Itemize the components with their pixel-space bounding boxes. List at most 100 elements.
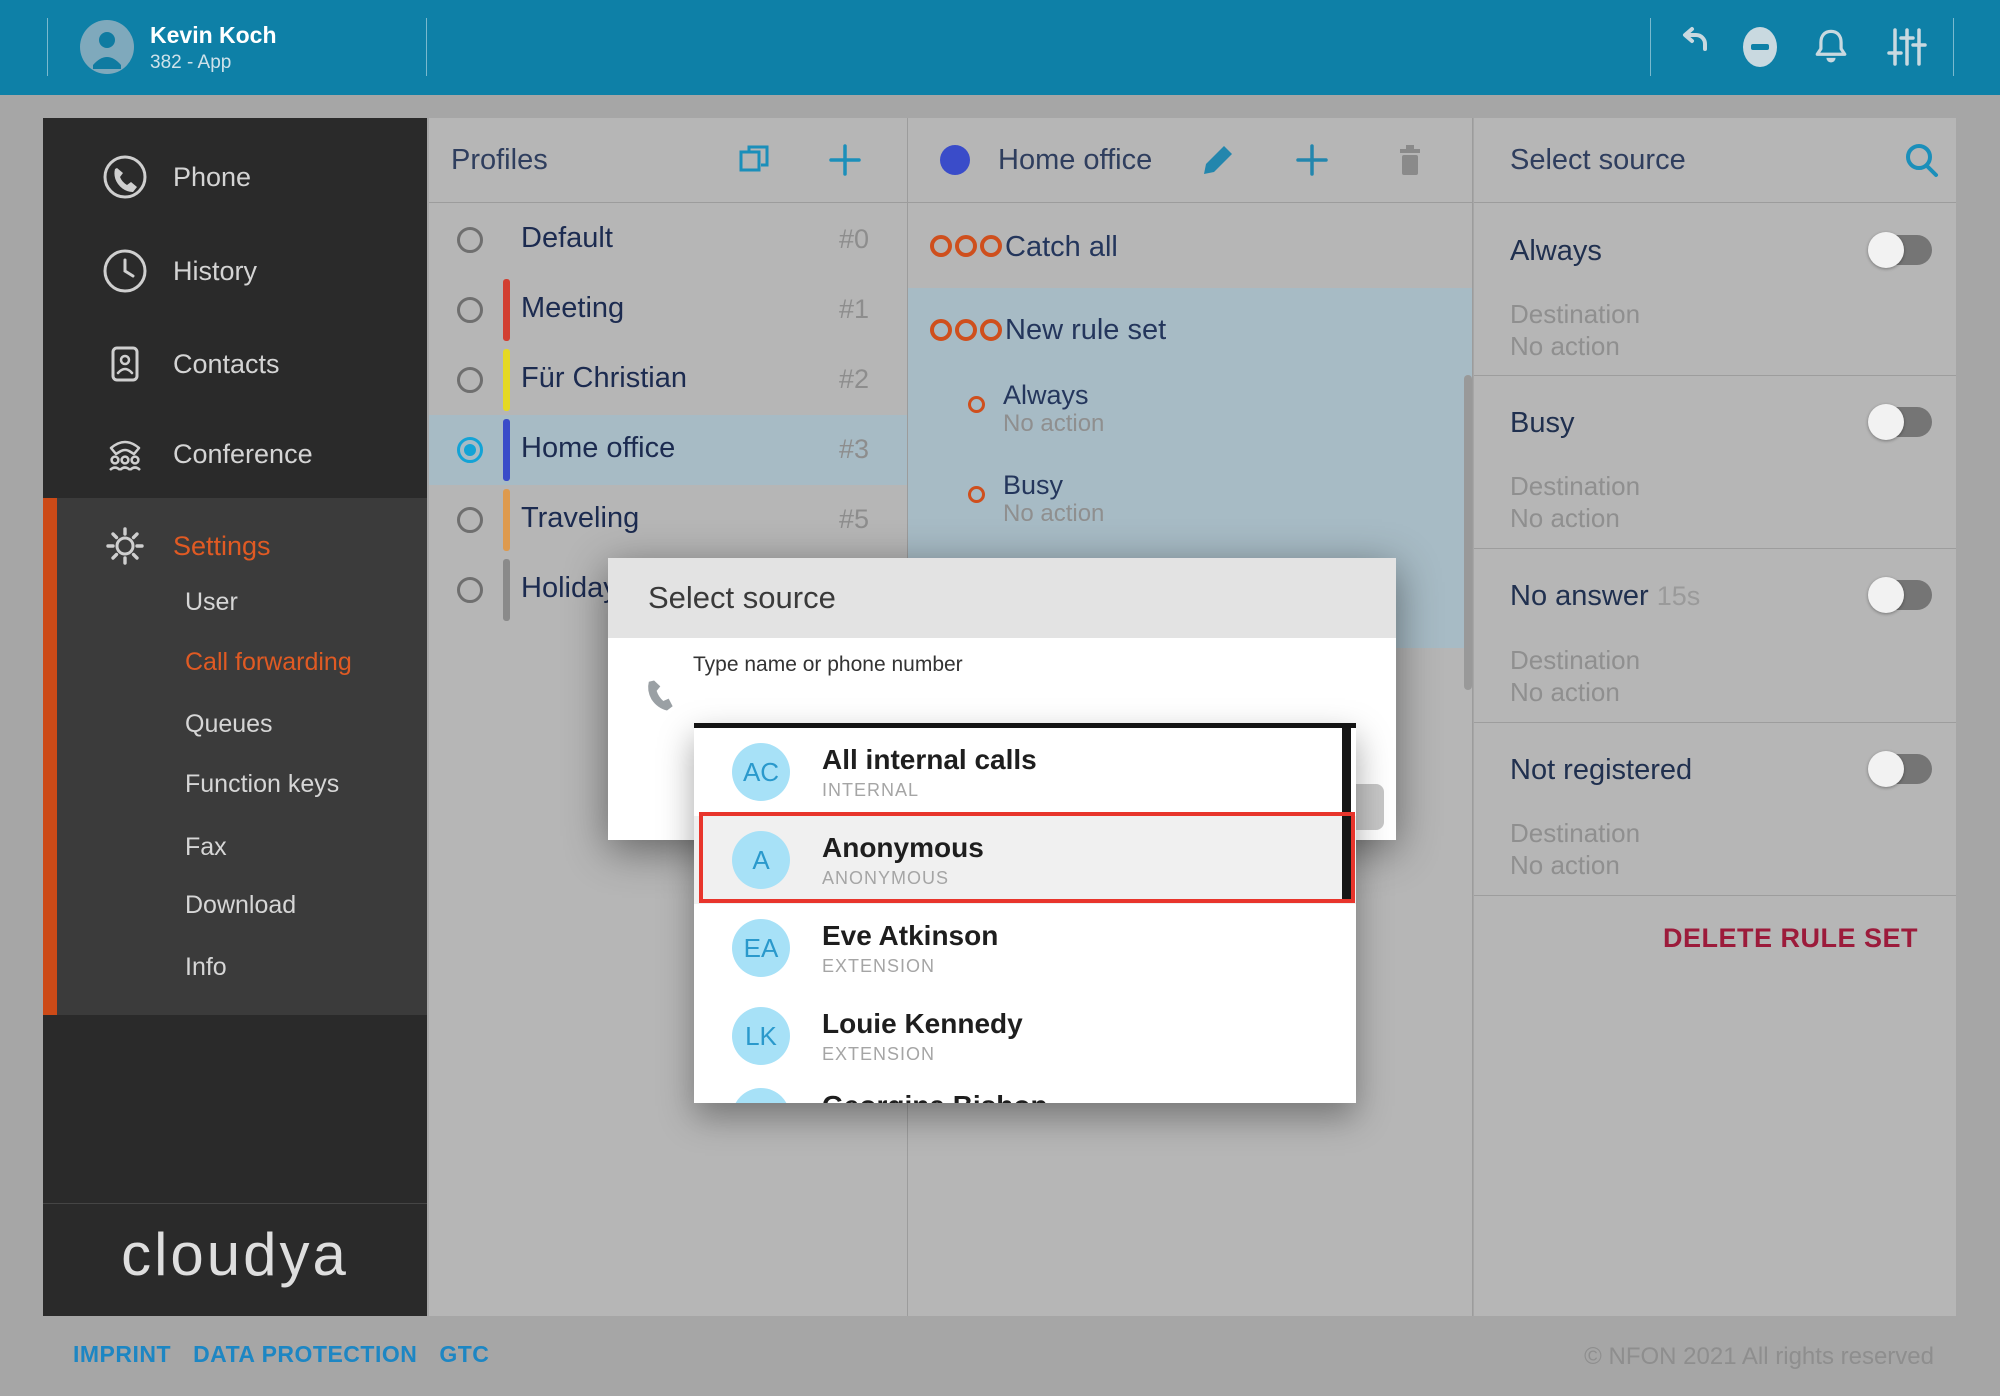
section-no-answer-title: No answer 15s [1510,580,1700,613]
section-divider [1474,375,1956,376]
result-georgina-bishop[interactable]: Georgina Bishop [694,1080,1356,1103]
no-answer-timer: 15s [1657,581,1701,611]
undo-icon[interactable] [1671,25,1715,69]
profile-row-default[interactable]: Default #0 [429,205,907,275]
result-name: Eve Atkinson [822,920,998,952]
result-name: All internal calls [822,744,1037,776]
avatar: AC [732,743,790,801]
profiles-title: Profiles [451,144,548,177]
result-louie-kennedy[interactable]: LK Louie Kennedy EXTENSION [694,992,1356,1080]
duplicate-profile-icon[interactable] [737,142,773,178]
profile-number: #2 [839,364,869,395]
profile-color-bar [503,489,510,551]
sidebar-item-info[interactable]: Info [185,953,405,989]
header-divider [1953,18,1954,76]
rule-row-catch-all[interactable]: Catch all [908,205,1472,288]
modal-header: Select source [608,558,1396,638]
phone-handset-icon [644,676,684,716]
profile-color-bar [503,279,510,341]
result-type: INTERNAL [822,780,919,801]
radio-fuer-christian[interactable] [457,367,483,393]
delete-rule-set-button[interactable]: DELETE RULE SET [1663,923,1918,954]
profile-number: #0 [839,224,869,255]
phone-icon [101,153,149,201]
sidebar-label-history: History [173,256,257,287]
condition-always-value: No action [1003,410,1104,438]
source-results-dropdown: AC All internal calls INTERNAL A Anonymo… [694,723,1356,1103]
profile-name: Default [521,222,613,255]
sliders-icon[interactable] [1885,25,1929,69]
header-divider [47,18,48,76]
no-answer-toggle[interactable] [1870,580,1932,610]
new-rule-set-label: New rule set [1005,314,1166,347]
sidebar-item-contacts[interactable]: Contacts [43,338,427,392]
section-divider [1474,722,1956,723]
sidebar-label-phone: Phone [173,162,251,193]
edit-pencil-icon[interactable] [1198,140,1238,180]
result-type: EXTENSION [822,956,935,977]
do-not-disturb-icon[interactable] [1738,26,1782,70]
profiles-header: Profiles [429,118,907,203]
sidebar-item-history[interactable]: History [43,245,427,299]
add-profile-icon[interactable] [827,142,863,178]
profile-number: #3 [839,434,869,465]
radio-holiday[interactable] [457,577,483,603]
condition-dot-icon [968,396,985,413]
busy-toggle[interactable] [1870,407,1932,437]
rule-panel-header: Home office [908,118,1472,203]
result-all-internal-calls[interactable]: AC All internal calls INTERNAL [694,728,1356,816]
sidebar-label-contacts: Contacts [173,349,280,380]
cloudya-logo: cloudya [43,1220,427,1289]
profile-row-fuer-christian[interactable]: Für Christian #2 [429,345,907,415]
profile-row-home-office[interactable]: Home office #3 [429,415,907,485]
result-type: EXTENSION [822,1044,935,1065]
profile-row-meeting[interactable]: Meeting #1 [429,275,907,345]
gear-icon [101,522,149,570]
sidebar-item-fax[interactable]: Fax [185,833,405,869]
sidebar-label-settings: Settings [173,531,271,562]
avatar [732,1088,790,1103]
sidebar-item-download[interactable]: Download [185,891,405,927]
gtc-link[interactable]: GTC [439,1341,489,1368]
copyright-text: © NFON 2021 All rights reserved [1584,1343,1934,1371]
highlight-annotation [699,812,1355,903]
result-eve-atkinson[interactable]: EA Eve Atkinson EXTENSION [694,904,1356,992]
result-name: Georgina Bishop [822,1090,1048,1103]
destination-value: No action [1510,503,1620,534]
catch-all-label: Catch all [1005,231,1118,264]
imprint-link[interactable]: IMPRINT [73,1341,171,1368]
destination-label: Destination [1510,818,1640,849]
conference-icon [101,430,149,478]
rule-panel-title: Home office [998,144,1152,177]
add-rule-icon[interactable] [1294,142,1330,178]
user-avatar[interactable] [80,20,134,74]
sidebar-item-conference[interactable]: Conference [43,428,427,482]
bell-icon[interactable] [1809,24,1853,68]
not-registered-toggle[interactable] [1870,754,1932,784]
footer-links: IMPRINT DATA PROTECTION GTC [73,1341,489,1368]
radio-traveling[interactable] [457,507,483,533]
sidebar-item-function-keys[interactable]: Function keys [185,770,405,806]
always-toggle[interactable] [1870,235,1932,265]
profile-color-dot [940,145,970,175]
conditions-title: Select source [1510,144,1686,177]
sidebar-item-phone[interactable]: Phone [43,151,427,205]
profile-color-bar [503,559,510,621]
scrollbar-thumb[interactable] [1464,375,1472,690]
sidebar-item-call-forwarding[interactable]: Call forwarding [185,648,405,684]
data-protection-link[interactable]: DATA PROTECTION [193,1341,417,1368]
radio-home-office[interactable] [457,437,483,463]
sidebar-item-user[interactable]: User [185,588,405,624]
sidebar-item-settings[interactable]: Settings [43,520,427,574]
search-icon[interactable] [1902,140,1942,180]
rule-set-icon [930,319,1002,341]
sidebar-item-queues[interactable]: Queues [185,710,405,746]
radio-default[interactable] [457,227,483,253]
source-search-input[interactable] [693,686,1253,726]
condition-always[interactable]: Always [1003,380,1089,411]
condition-busy[interactable]: Busy [1003,470,1063,501]
trash-icon[interactable] [1390,140,1430,180]
section-divider [1474,548,1956,549]
radio-meeting[interactable] [457,297,483,323]
profile-row-traveling[interactable]: Traveling #5 [429,485,907,555]
